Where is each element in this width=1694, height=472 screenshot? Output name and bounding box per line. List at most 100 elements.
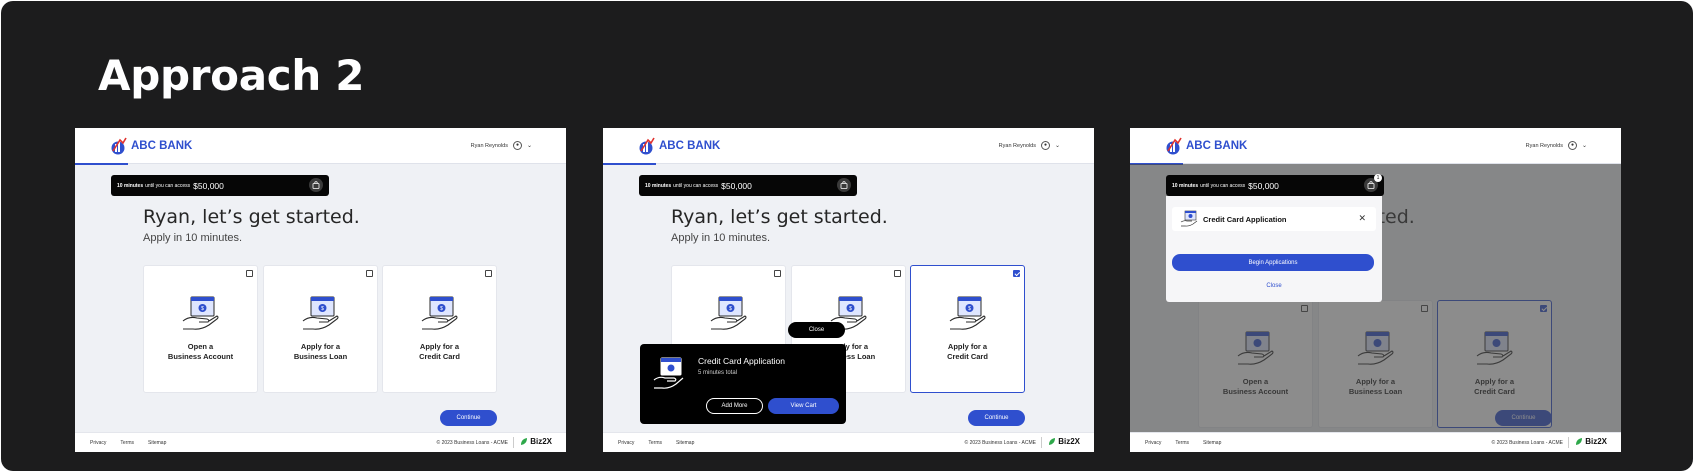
bank-name: ABC BANK [1186, 140, 1248, 152]
cart-item-title: Credit Card Application [1203, 215, 1287, 224]
footer-link-sitemap[interactable]: Sitemap [1203, 440, 1221, 446]
cart-popup: Credit Card Application 5 minutes total … [640, 344, 846, 424]
timer-duration: 10 minutes [645, 182, 672, 189]
option-card-credit-card[interactable]: $ Apply for a Credit Card [910, 265, 1025, 393]
footer-links: Privacy Terms Sitemap [90, 440, 166, 446]
popup-subtitle: 5 minutes total [698, 370, 738, 376]
view-cart-button[interactable]: View Cart [768, 398, 839, 414]
leaf-icon [1576, 438, 1583, 445]
footer-brand: Biz2X [1048, 437, 1080, 446]
bag-icon [312, 181, 320, 189]
money-hand-icon: $ [182, 296, 219, 330]
timer-banner: 10 minutes until you can access $50,000 … [1166, 174, 1384, 196]
timer-duration: 10 minutes [1172, 182, 1199, 189]
timer-amount: $50,000 [721, 180, 752, 191]
user-name: Ryan Reynolds [1525, 142, 1563, 149]
option-checkbox[interactable] [485, 270, 492, 277]
footer-link-terms[interactable]: Terms [120, 440, 134, 446]
footer-link-sitemap[interactable]: Sitemap [148, 440, 166, 446]
money-hand-icon [1180, 210, 1198, 227]
footer-link-terms[interactable]: Terms [648, 440, 662, 446]
money-hand-icon: $ [949, 296, 986, 330]
footer-link-privacy[interactable]: Privacy [1145, 440, 1161, 446]
footer-copyright: © 2023 Business Loans - ACME [1491, 440, 1564, 446]
bank-logo-icon [639, 137, 655, 155]
bank-logo-icon [1166, 137, 1182, 155]
money-hand-icon: $ [421, 296, 458, 330]
user-avatar-icon: ● [512, 141, 522, 150]
footer-copyright: © 2023 Business Loans - ACME [964, 440, 1037, 446]
cart-button[interactable] [837, 178, 851, 192]
design-board: Approach 2 ABC BANK Ryan Reynolds ● ⌄ 10… [1, 1, 1693, 471]
svg-text:$: $ [440, 306, 443, 312]
page-subtitle: Apply in 10 minutes. [671, 232, 771, 244]
user-menu[interactable]: Ryan Reynolds ● ⌄ [999, 141, 1060, 150]
footer-divider [1041, 437, 1042, 448]
continue-button[interactable]: Continue [440, 410, 497, 426]
leaf-icon [1049, 438, 1056, 445]
bank-name: ABC BANK [131, 140, 193, 152]
continue-button[interactable]: Continue [968, 410, 1025, 426]
popup-title: Credit Card Application [698, 356, 785, 366]
footer-brand: Biz2X [520, 437, 552, 446]
board-title: Approach 2 [98, 51, 365, 100]
footer-link-privacy[interactable]: Privacy [90, 440, 106, 446]
option-checkbox-checked[interactable] [1013, 270, 1020, 277]
footer-link-sitemap[interactable]: Sitemap [676, 440, 694, 446]
user-menu[interactable]: Ryan Reynolds ● ⌄ [471, 141, 532, 150]
footer: Privacy Terms Sitemap © 2023 Business Lo… [1130, 432, 1621, 452]
option-card-credit-card[interactable]: $ Apply for a Credit Card [382, 265, 497, 393]
bank-logo[interactable]: ABC BANK [639, 137, 720, 155]
timer-banner: 10 minutes until you can access $50,000 [639, 175, 857, 196]
user-menu[interactable]: Ryan Reynolds ● ⌄ [1526, 141, 1587, 150]
option-checkbox[interactable] [894, 270, 901, 277]
bank-logo-icon [111, 137, 127, 155]
footer-brand: Biz2X [1575, 437, 1607, 446]
modal-close-link[interactable]: Close [1166, 283, 1382, 289]
user-name: Ryan Reynolds [998, 142, 1036, 149]
footer-link-terms[interactable]: Terms [1175, 440, 1189, 446]
chevron-down-icon: ⌄ [1581, 143, 1587, 149]
svg-text:$: $ [968, 306, 971, 312]
bank-logo[interactable]: ABC BANK [111, 137, 192, 155]
chevron-down-icon: ⌄ [1054, 143, 1060, 149]
svg-text:$: $ [849, 306, 852, 312]
option-checkbox[interactable] [246, 270, 253, 277]
cart-count-badge: 1 [1374, 174, 1382, 182]
option-label: Open aBusiness Account [167, 342, 234, 361]
user-avatar-icon: ● [1567, 141, 1577, 150]
cart-button[interactable]: 1 [1364, 174, 1382, 192]
user-avatar-icon: ● [1040, 141, 1050, 150]
option-checkbox[interactable] [366, 270, 373, 277]
footer: Privacy Terms Sitemap © 2023 Business Lo… [603, 432, 1094, 452]
add-more-button[interactable]: Add More [706, 398, 763, 414]
bank-logo[interactable]: ABC BANK [1166, 137, 1247, 155]
app-header: ABC BANK Ryan Reynolds ● ⌄ [603, 128, 1094, 165]
page-title: Ryan, let’s get started. [143, 206, 360, 228]
option-checkbox[interactable] [774, 270, 781, 277]
timer-amount: $50,000 [1248, 180, 1279, 191]
timer-text: until you can access [1200, 182, 1246, 189]
header-accent-line [603, 163, 656, 165]
user-name: Ryan Reynolds [470, 142, 508, 149]
footer-links: Privacy Terms Sitemap [1145, 440, 1221, 446]
screen-default: ABC BANK Ryan Reynolds ● ⌄ 10 minutes un… [75, 128, 566, 452]
footer-divider [513, 437, 514, 448]
cart-modal: Credit Card Application ✕ Begin Applicat… [1166, 196, 1382, 302]
app-header: ABC BANK Ryan Reynolds ● ⌄ [1130, 128, 1621, 165]
option-label: Apply for aBusiness Loan [293, 342, 348, 361]
leaf-icon [521, 438, 528, 445]
remove-item-icon[interactable]: ✕ [1358, 213, 1366, 224]
footer-divider [1568, 437, 1569, 448]
timer-banner: 10 minutes until you can access $50,000 [111, 175, 329, 196]
option-card-business-account[interactable]: $ Open aBusiness Account [143, 265, 258, 393]
popup-close-button[interactable]: Close [788, 322, 845, 338]
timer-amount: $50,000 [193, 180, 224, 191]
page-title: Ryan, let’s get started. [671, 206, 888, 228]
footer-link-privacy[interactable]: Privacy [618, 440, 634, 446]
option-card-business-loan[interactable]: $ Apply for a Business Loan [263, 265, 378, 393]
money-hand-icon [653, 357, 684, 389]
page-subtitle: Apply in 10 minutes. [143, 232, 243, 244]
begin-applications-button[interactable]: Begin Applications [1172, 254, 1374, 271]
cart-button[interactable] [309, 178, 323, 192]
